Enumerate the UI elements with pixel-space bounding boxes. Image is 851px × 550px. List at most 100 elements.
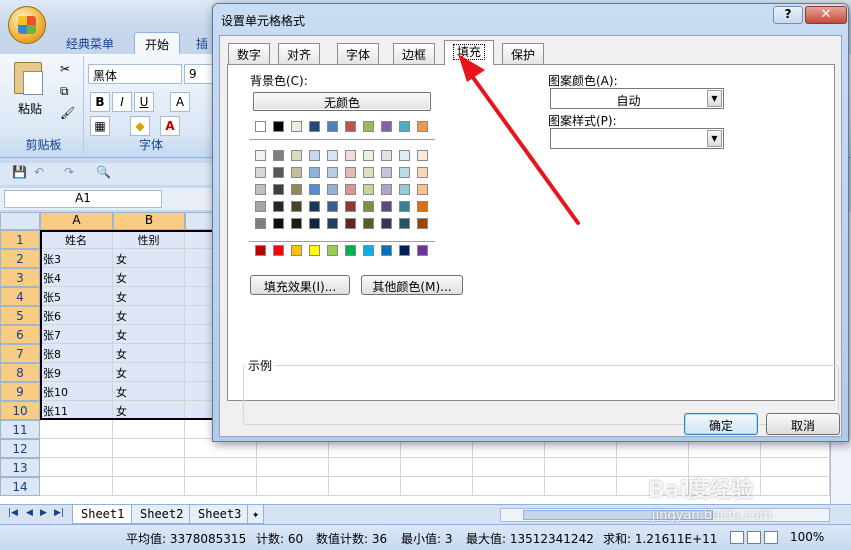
page-break-icon[interactable] xyxy=(764,531,778,544)
sheet-tab-3[interactable]: Sheet3 xyxy=(189,505,251,524)
color-swatch[interactable] xyxy=(381,167,392,178)
color-swatch[interactable] xyxy=(273,167,284,178)
underline-button[interactable]: U xyxy=(134,92,154,112)
row-header[interactable]: 3 xyxy=(0,268,40,287)
color-swatch[interactable] xyxy=(327,121,338,132)
normal-view-icon[interactable] xyxy=(730,531,744,544)
table-cell[interactable] xyxy=(40,420,113,439)
redo-icon[interactable]: ↷ xyxy=(64,165,74,179)
format-painter-icon[interactable]: 🖌 xyxy=(60,106,75,120)
table-cell[interactable] xyxy=(473,458,545,477)
pattern-style-select[interactable]: ▼ xyxy=(550,128,724,149)
table-cell[interactable]: 张8 xyxy=(40,344,113,363)
table-cell[interactable] xyxy=(113,458,185,477)
color-swatch[interactable] xyxy=(309,201,320,212)
color-swatch[interactable] xyxy=(309,184,320,195)
tab-border[interactable]: 边框 xyxy=(393,43,436,64)
color-swatch[interactable] xyxy=(417,201,428,212)
ok-button[interactable]: 确定 xyxy=(684,413,758,435)
table-cell[interactable] xyxy=(401,458,473,477)
table-cell[interactable]: 性别 xyxy=(113,230,185,249)
chevron-down-icon[interactable]: ▼ xyxy=(707,130,722,147)
row-header[interactable]: 6 xyxy=(0,325,40,344)
color-swatch[interactable] xyxy=(291,218,302,229)
color-swatch[interactable] xyxy=(291,167,302,178)
table-cell[interactable]: 张3 xyxy=(40,249,113,268)
color-swatch[interactable] xyxy=(363,167,374,178)
standard-color-swatch[interactable] xyxy=(273,245,284,256)
table-cell[interactable] xyxy=(761,477,830,496)
color-swatch[interactable] xyxy=(255,201,266,212)
table-cell[interactable] xyxy=(329,477,401,496)
font-size-combo[interactable]: 9 xyxy=(184,64,214,84)
row-header[interactable]: 1 xyxy=(0,230,40,249)
color-swatch[interactable] xyxy=(309,121,320,132)
close-button[interactable]: ✕ xyxy=(805,6,847,24)
table-cell[interactable] xyxy=(40,439,113,458)
color-swatch[interactable] xyxy=(363,150,374,161)
color-swatch[interactable] xyxy=(417,121,428,132)
undo-icon[interactable]: ↶ xyxy=(34,165,44,179)
color-swatch[interactable] xyxy=(399,150,410,161)
standard-color-swatch[interactable] xyxy=(309,245,320,256)
tab-home[interactable]: 开始 xyxy=(134,32,181,54)
standard-color-swatch[interactable] xyxy=(327,245,338,256)
cancel-button[interactable]: 取消 xyxy=(766,413,840,435)
grow-font-icon[interactable]: A xyxy=(170,92,190,112)
table-cell[interactable]: 女 xyxy=(113,268,185,287)
print-preview-icon[interactable]: 🔍 xyxy=(96,165,111,179)
row-header[interactable]: 14 xyxy=(0,477,40,496)
italic-button[interactable]: I xyxy=(112,92,132,112)
borders-icon[interactable]: ▦ xyxy=(90,116,110,136)
standard-color-swatch[interactable] xyxy=(381,245,392,256)
color-swatch[interactable] xyxy=(273,121,284,132)
table-cell[interactable] xyxy=(761,458,830,477)
row-header[interactable]: 9 xyxy=(0,382,40,401)
first-sheet-icon[interactable]: |◀ xyxy=(8,508,18,518)
color-swatch[interactable] xyxy=(255,218,266,229)
copy-icon[interactable]: ⧉ xyxy=(60,84,69,99)
tab-number[interactable]: 数字 xyxy=(228,43,271,64)
color-swatch[interactable] xyxy=(399,218,410,229)
color-swatch[interactable] xyxy=(399,121,410,132)
color-swatch[interactable] xyxy=(417,167,428,178)
color-swatch[interactable] xyxy=(255,167,266,178)
table-cell[interactable]: 姓名 xyxy=(40,230,113,249)
table-cell[interactable] xyxy=(473,477,545,496)
font-name-combo[interactable]: 黑体 xyxy=(88,64,182,84)
column-header-b[interactable]: B xyxy=(113,212,185,230)
color-swatch[interactable] xyxy=(273,150,284,161)
table-cell[interactable] xyxy=(40,477,113,496)
color-swatch[interactable] xyxy=(273,201,284,212)
table-cell[interactable]: 张4 xyxy=(40,268,113,287)
next-sheet-icon[interactable]: ▶ xyxy=(40,508,47,518)
name-box[interactable]: A1 xyxy=(4,190,162,208)
save-icon[interactable]: 💾 xyxy=(12,165,27,179)
paste-button[interactable]: 粘贴 xyxy=(18,100,42,117)
table-cell[interactable]: 张6 xyxy=(40,306,113,325)
color-swatch[interactable] xyxy=(327,184,338,195)
color-swatch[interactable] xyxy=(381,121,392,132)
color-swatch[interactable] xyxy=(345,167,356,178)
color-swatch[interactable] xyxy=(327,201,338,212)
table-cell[interactable]: 张5 xyxy=(40,287,113,306)
table-cell[interactable] xyxy=(185,477,257,496)
color-swatch[interactable] xyxy=(345,218,356,229)
font-color-icon[interactable]: A xyxy=(160,116,180,136)
table-cell[interactable] xyxy=(329,458,401,477)
table-cell[interactable] xyxy=(113,477,185,496)
tab-fill[interactable]: 填充 xyxy=(444,40,495,65)
cut-icon[interactable]: ✂ xyxy=(60,62,70,76)
color-swatch[interactable] xyxy=(291,184,302,195)
help-button[interactable]: ? xyxy=(773,6,803,24)
color-swatch[interactable] xyxy=(273,218,284,229)
sheet-tab-1[interactable]: Sheet1 xyxy=(72,505,134,524)
color-swatch[interactable] xyxy=(399,201,410,212)
color-swatch[interactable] xyxy=(291,121,302,132)
tab-classic-menu[interactable]: 经典菜单 xyxy=(56,32,124,54)
fill-color-icon[interactable]: ◆ xyxy=(130,116,150,136)
table-cell[interactable]: 张11 xyxy=(40,401,113,420)
row-header[interactable]: 4 xyxy=(0,287,40,306)
standard-color-swatch[interactable] xyxy=(345,245,356,256)
color-swatch[interactable] xyxy=(255,121,266,132)
